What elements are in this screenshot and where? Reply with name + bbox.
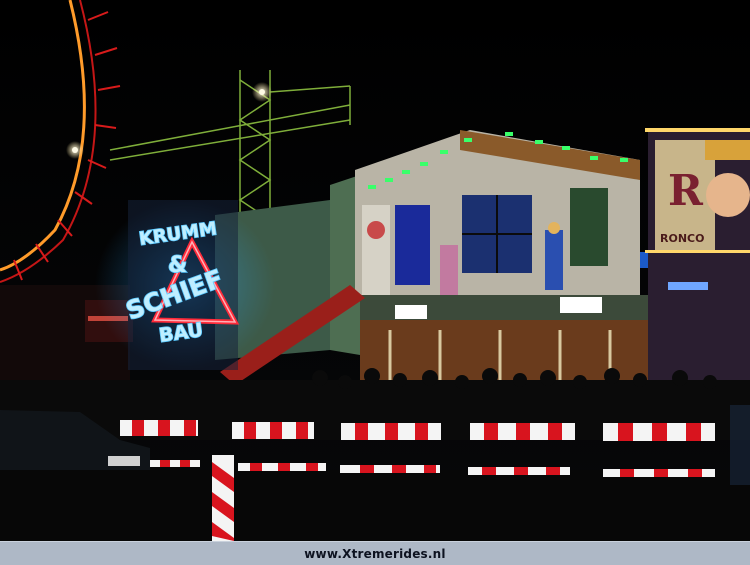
rides-sign-letter: R	[668, 166, 704, 215]
night-funfair-photo: R RONCO KRUMM & SCHIEF BAU	[0, 0, 750, 541]
rides-sign-word: RONCO	[660, 232, 704, 245]
watermark-bar: www.Xtremerides.nl	[0, 541, 750, 565]
barrier-post	[212, 455, 234, 541]
sign-line-ampersand: &	[168, 253, 187, 278]
watermark-text: www.Xtremerides.nl	[304, 546, 446, 561]
window-left	[395, 205, 430, 285]
ground	[0, 470, 750, 541]
window-right	[570, 188, 608, 266]
funfair-scene: R RONCO KRUMM & SCHIEF BAU	[0, 0, 750, 541]
